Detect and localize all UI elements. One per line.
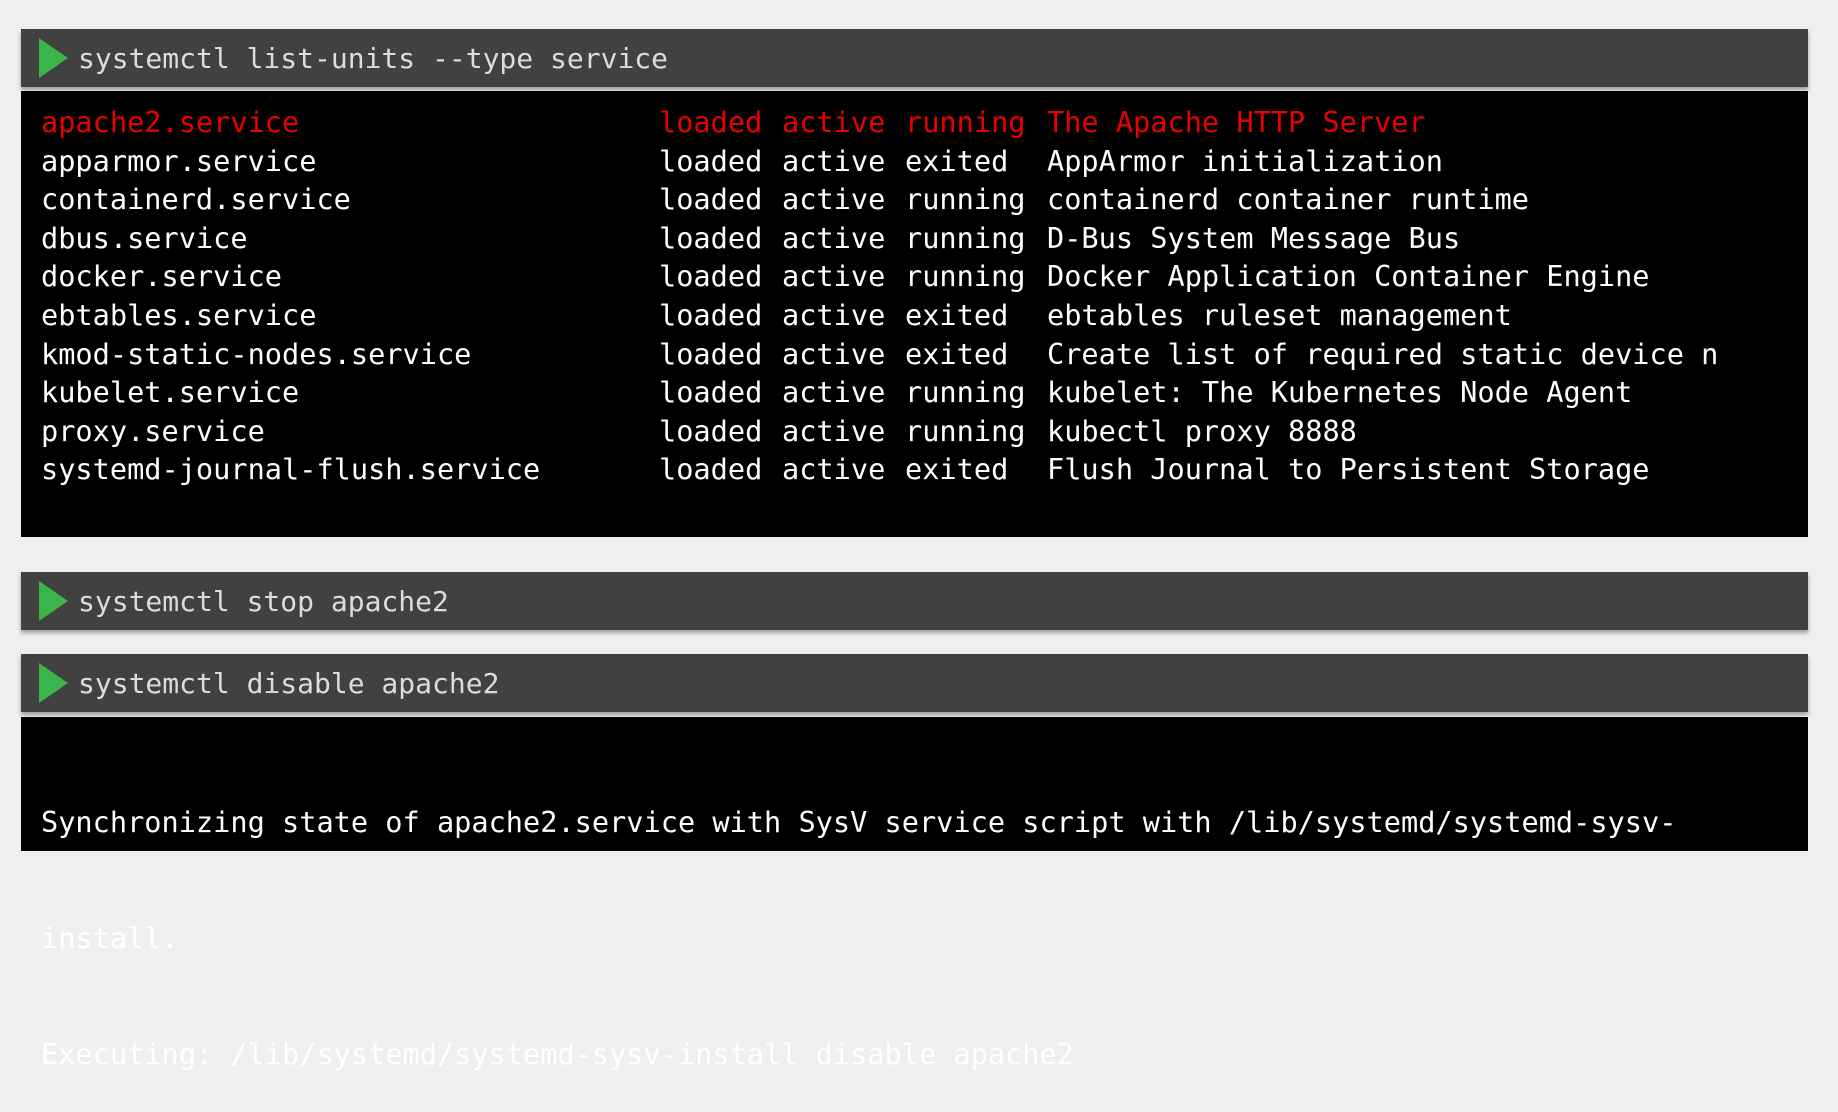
active-state: active bbox=[782, 143, 886, 178]
unit-description: containerd container runtime bbox=[1047, 182, 1530, 217]
active-state: active bbox=[782, 297, 886, 332]
sub-state: running bbox=[905, 220, 1026, 255]
unit-row: proxy.service loaded active running kubectl … bbox=[41, 412, 1808, 451]
active-state: active bbox=[782, 105, 886, 139]
active-state: active bbox=[782, 452, 886, 487]
sub-state: running bbox=[905, 182, 1026, 217]
unit-description: D-Bus System Message Bus bbox=[1047, 220, 1461, 255]
disable-output: Synchronizing state of apache2.service w… bbox=[21, 717, 1808, 1071]
unit-description: AppArmor initialization bbox=[1047, 143, 1443, 178]
unit-description: kubelet: The Kubernetes Node Agent bbox=[1047, 375, 1633, 410]
unit-row: kmod-static-nodes.service loaded active exi… bbox=[41, 335, 1808, 374]
active-state: active bbox=[782, 220, 886, 255]
unit-row: apparmor.service loaded active exited AppArm… bbox=[41, 142, 1808, 181]
sub-state: exited bbox=[905, 143, 1009, 178]
unit-row: containerd.service loaded active running con… bbox=[41, 180, 1808, 219]
play-triangle-icon bbox=[39, 581, 68, 621]
active-state: active bbox=[782, 182, 886, 217]
output-line: Synchronizing state of apache2.service w… bbox=[41, 805, 1677, 840]
load-state: loaded bbox=[659, 452, 763, 487]
unit-name: ebtables.service bbox=[41, 297, 317, 332]
unit-name: docker.service bbox=[41, 259, 283, 294]
unit-row: apache2.service loaded active running The Ap… bbox=[41, 103, 1808, 142]
list-units-output: apache2.service loaded active running The Ap… bbox=[21, 91, 1808, 537]
sub-state: running bbox=[905, 413, 1026, 448]
sub-state: running bbox=[905, 375, 1026, 410]
command-bar-disable: systemctl disable apache2 bbox=[21, 654, 1808, 712]
load-state: loaded bbox=[659, 105, 763, 139]
play-triangle-icon bbox=[39, 38, 68, 78]
active-state: active bbox=[782, 259, 886, 294]
load-state: loaded bbox=[659, 297, 763, 332]
active-state: active bbox=[782, 375, 886, 410]
unit-row: docker.service loaded active running Docker … bbox=[41, 257, 1808, 296]
command-text: systemctl disable apache2 bbox=[78, 666, 500, 700]
active-state: active bbox=[782, 336, 886, 371]
output-line: install. bbox=[41, 920, 179, 955]
load-state: loaded bbox=[659, 413, 763, 448]
command-text: systemctl stop apache2 bbox=[78, 584, 449, 618]
unit-name: proxy.service bbox=[41, 413, 265, 448]
unit-row: systemd-journal-flush.service loaded activ… bbox=[41, 450, 1808, 489]
unit-name: apparmor.service bbox=[41, 143, 317, 178]
unit-description: Create list of required static device n bbox=[1047, 336, 1719, 371]
unit-row: ebtables.service loaded active exited ebtabl… bbox=[41, 296, 1808, 335]
sub-state: running bbox=[905, 259, 1026, 294]
output-line: Executing: /lib/systemd/systemd-sysv-ins… bbox=[41, 1036, 1074, 1071]
unit-name: containerd.service bbox=[41, 182, 351, 217]
play-triangle-icon bbox=[39, 663, 68, 703]
unit-description: ebtables ruleset management bbox=[1047, 297, 1512, 332]
unit-name: kmod-static-nodes.service bbox=[41, 336, 472, 371]
sub-state: running bbox=[905, 105, 1026, 139]
command-text: systemctl list-units --type service bbox=[78, 41, 669, 75]
load-state: loaded bbox=[659, 143, 763, 178]
load-state: loaded bbox=[659, 375, 763, 410]
sub-state: exited bbox=[905, 297, 1009, 332]
unit-row: kubelet.service loaded active running kubele… bbox=[41, 373, 1808, 412]
unit-name: apache2.service bbox=[41, 105, 300, 139]
active-state: active bbox=[782, 413, 886, 448]
unit-description: Flush Journal to Persistent Storage bbox=[1047, 452, 1650, 487]
load-state: loaded bbox=[659, 182, 763, 217]
command-bar-stop: systemctl stop apache2 bbox=[21, 572, 1808, 630]
unit-name: kubelet.service bbox=[41, 375, 300, 410]
unit-description: kubectl proxy 8888 bbox=[1047, 413, 1357, 448]
sub-state: exited bbox=[905, 336, 1009, 371]
unit-row: dbus.service loaded active running D-Bus Sys… bbox=[41, 219, 1808, 258]
unit-description: Docker Application Container Engine bbox=[1047, 259, 1650, 294]
command-bar-list-units: systemctl list-units --type service bbox=[21, 29, 1808, 87]
unit-description: The Apache HTTP Server bbox=[1047, 105, 1426, 139]
load-state: loaded bbox=[659, 336, 763, 371]
sub-state: exited bbox=[905, 452, 1009, 487]
unit-name: systemd-journal-flush.service bbox=[41, 452, 541, 487]
unit-name: dbus.service bbox=[41, 220, 248, 255]
load-state: loaded bbox=[659, 220, 763, 255]
load-state: loaded bbox=[659, 259, 763, 294]
